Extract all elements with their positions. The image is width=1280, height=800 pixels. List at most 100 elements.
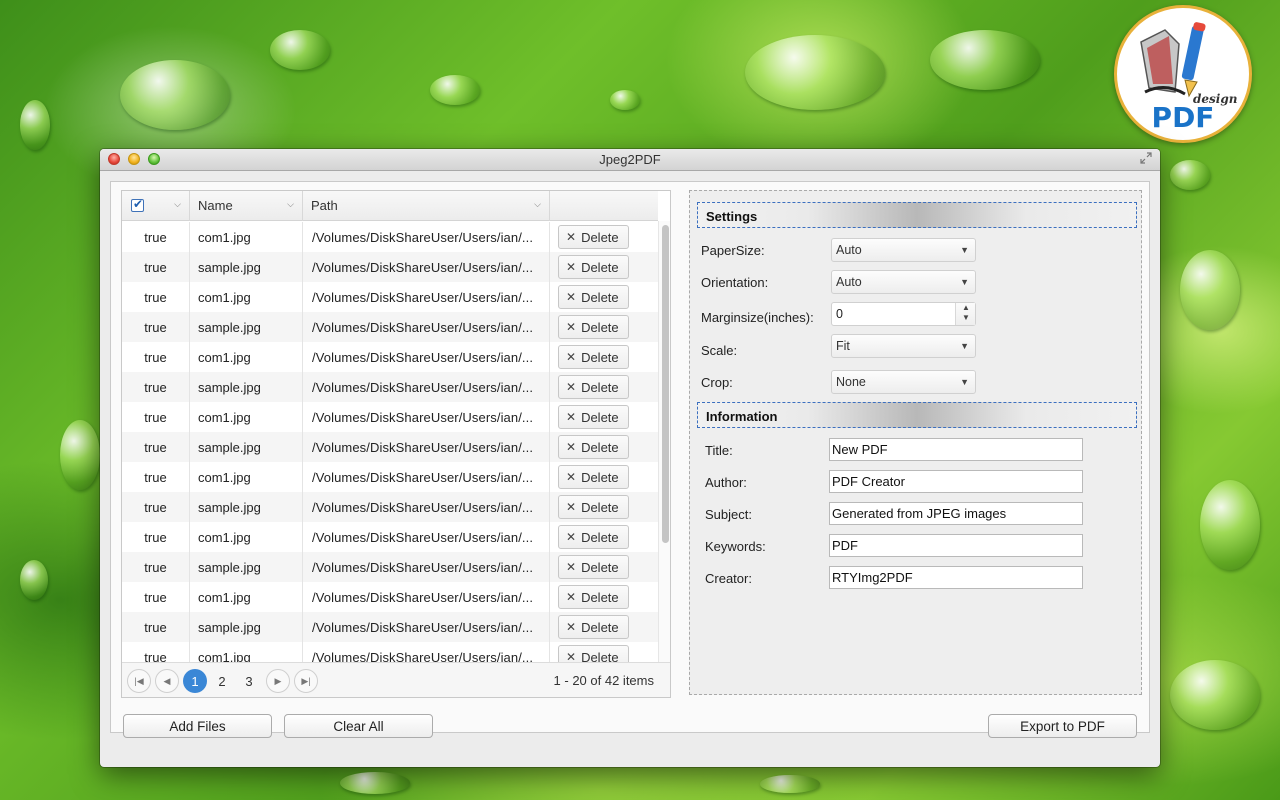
actions-cell: ✕ Delete [550,462,658,492]
delete-button[interactable]: ✕ Delete [558,585,629,609]
first-page-icon[interactable]: |◀ [127,669,151,693]
delete-button[interactable]: ✕ Delete [558,645,629,662]
selected-cell[interactable]: true [122,222,190,252]
column-header-name[interactable]: Name ⌵ [190,191,303,221]
chevron-down-icon[interactable]: ⌵ [287,199,294,210]
information-section-header: Information [697,402,1137,428]
dropdown-arrow-icon: ▼ [960,277,969,287]
spinner-up-icon[interactable]: ▲ [962,303,970,312]
creator-field[interactable]: RTYImg2PDF [829,566,1083,589]
page-2-button[interactable]: 2 [210,669,234,693]
table-row[interactable]: true sample.jpg/Volumes/DiskShareUser/Use… [122,432,658,462]
pencil-logo-icon [1140,22,1206,98]
orientation-value: Auto [836,275,862,289]
selected-cell[interactable]: true [122,342,190,372]
table-row[interactable]: true com1.jpg/Volumes/DiskShareUser/Users… [122,222,658,252]
title-bar[interactable]: Jpeg2PDF [100,149,1160,171]
table-row[interactable]: true com1.jpg/Volumes/DiskShareUser/Users… [122,282,658,312]
delete-button[interactable]: ✕ Delete [558,315,629,339]
selected-cell[interactable]: true [122,612,190,642]
delete-button[interactable]: ✕ Delete [558,225,629,249]
delete-button[interactable]: ✕ Delete [558,555,629,579]
table-row[interactable]: true sample.jpg/Volumes/DiskShareUser/Use… [122,552,658,582]
delete-button[interactable]: ✕ Delete [558,495,629,519]
close-icon: ✕ [566,380,577,394]
select-all-checkbox[interactable] [131,197,144,212]
table-row[interactable]: true sample.jpg/Volumes/DiskShareUser/Use… [122,492,658,522]
table-row[interactable]: true com1.jpg/Volumes/DiskShareUser/Users… [122,342,658,372]
selected-cell[interactable]: true [122,402,190,432]
selected-cell[interactable]: true [122,282,190,312]
actions-cell: ✕ Delete [550,522,658,552]
table-scrollbar[interactable] [658,221,670,662]
header-select-all[interactable]: ⌵ [122,191,190,221]
table-header: ⌵ Name ⌵ Path ⌵ [122,191,658,221]
scale-value: Fit [836,339,850,353]
next-page-icon[interactable]: ▶ [266,669,290,693]
keywords-label: Keywords: [705,539,766,554]
selected-cell[interactable]: true [122,312,190,342]
delete-button[interactable]: ✕ Delete [558,615,629,639]
delete-button[interactable]: ✕ Delete [558,285,629,309]
path-cell: /Volumes/DiskShareUser/Users/ian/... [303,282,550,312]
delete-button[interactable]: ✕ Delete [558,345,629,369]
title-field[interactable]: New PDF [829,438,1083,461]
table-row[interactable]: true sample.jpg/Volumes/DiskShareUser/Use… [122,312,658,342]
scale-select[interactable]: Fit ▼ [831,334,976,358]
spinner-down-icon[interactable]: ▼ [962,313,970,322]
selected-cell[interactable]: true [122,552,190,582]
selected-cell[interactable]: true [122,492,190,522]
table-row[interactable]: true sample.jpg/Volumes/DiskShareUser/Use… [122,252,658,282]
selected-cell[interactable]: true [122,582,190,612]
selected-cell[interactable]: true [122,252,190,282]
delete-button[interactable]: ✕ Delete [558,405,629,429]
delete-label: Delete [581,619,619,635]
page-1-button[interactable]: 1 [183,669,207,693]
delete-button[interactable]: ✕ Delete [558,525,629,549]
close-icon: ✕ [566,500,577,514]
pagination-bar: |◀ ◀ 1 2 3 ▶ ▶| 1 - 20 of 42 items [122,662,670,697]
clear-all-button[interactable]: Clear All [284,714,433,738]
table-row[interactable]: true com1.jpg/Volumes/DiskShareUser/Users… [122,462,658,492]
prev-page-icon[interactable]: ◀ [155,669,179,693]
selected-cell[interactable]: true [122,522,190,552]
app-logo: design PDF [1114,5,1252,143]
name-cell: com1.jpg [190,522,303,552]
margin-size-spinner[interactable]: 0 ▲ ▼ [831,302,976,326]
paper-size-select[interactable]: Auto ▼ [831,238,976,262]
delete-button[interactable]: ✕ Delete [558,255,629,279]
delete-button[interactable]: ✕ Delete [558,465,629,489]
actions-cell: ✕ Delete [550,312,658,342]
selected-cell[interactable]: true [122,642,190,662]
column-header-path[interactable]: Path ⌵ [303,191,550,221]
table-row[interactable]: true sample.jpg/Volumes/DiskShareUser/Use… [122,612,658,642]
actions-cell: ✕ Delete [550,252,658,282]
close-icon: ✕ [566,410,577,424]
table-row[interactable]: true com1.jpg/Volumes/DiskShareUser/Users… [122,642,658,662]
table-row[interactable]: true com1.jpg/Volumes/DiskShareUser/Users… [122,402,658,432]
path-cell: /Volumes/DiskShareUser/Users/ian/... [303,252,550,282]
selected-cell[interactable]: true [122,462,190,492]
orientation-select[interactable]: Auto ▼ [831,270,976,294]
fullscreen-icon[interactable] [1140,152,1154,166]
subject-field[interactable]: Generated from JPEG images [829,502,1083,525]
spinner-buttons[interactable]: ▲ ▼ [955,303,975,325]
author-field[interactable]: PDF Creator [829,470,1083,493]
name-cell: sample.jpg [190,612,303,642]
table-row[interactable]: true com1.jpg/Volumes/DiskShareUser/Users… [122,522,658,552]
crop-select[interactable]: None ▼ [831,370,976,394]
delete-button[interactable]: ✕ Delete [558,435,629,459]
export-to-pdf-button[interactable]: Export to PDF [988,714,1137,738]
scrollbar-thumb[interactable] [662,225,669,543]
last-page-icon[interactable]: ▶| [294,669,318,693]
table-row[interactable]: true com1.jpg/Volumes/DiskShareUser/Users… [122,582,658,612]
selected-cell[interactable]: true [122,372,190,402]
selected-cell[interactable]: true [122,432,190,462]
chevron-down-icon[interactable]: ⌵ [174,199,181,210]
chevron-down-icon[interactable]: ⌵ [534,199,541,210]
keywords-field[interactable]: PDF [829,534,1083,557]
page-3-button[interactable]: 3 [237,669,261,693]
add-files-button[interactable]: Add Files [123,714,272,738]
table-row[interactable]: true sample.jpg/Volumes/DiskShareUser/Use… [122,372,658,402]
delete-button[interactable]: ✕ Delete [558,375,629,399]
